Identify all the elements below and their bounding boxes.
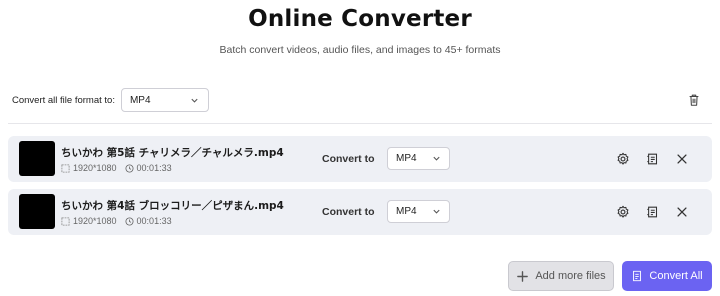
convert-all-button[interactable]: Convert All <box>622 261 712 291</box>
file-row: ちいかわ 第5話 チャリメラ／チャルメラ.mp4 1920*1080 00:01… <box>8 136 712 182</box>
global-format-value: MP4 <box>129 94 151 106</box>
video-thumbnail <box>19 141 55 176</box>
settings-gear-icon[interactable] <box>614 203 632 221</box>
convert-to-label: Convert to <box>322 206 375 218</box>
add-more-files-label: Add more files <box>535 270 606 282</box>
page-title: Online Converter <box>248 6 472 32</box>
convert-icon <box>633 270 642 282</box>
file-format-select[interactable]: MP4 <box>387 147 450 170</box>
file-format-select[interactable]: MP4 <box>387 200 450 223</box>
close-icon[interactable] <box>673 203 691 221</box>
global-format-row: Convert all file format to: MP4 <box>12 88 209 112</box>
file-name: ちいかわ 第5話 チャリメラ／チャルメラ.mp4 <box>61 147 284 159</box>
chevron-down-icon <box>431 207 441 217</box>
file-duration: 00:01:33 <box>136 216 172 226</box>
convert-all-label: Convert All <box>649 270 703 282</box>
file-meta: 1920*1080 00:01:33 <box>61 163 180 173</box>
close-icon[interactable] <box>673 150 691 168</box>
edit-icon[interactable] <box>644 203 662 221</box>
file-name: ちいかわ 第4話 ブロッコリー／ピザまん.mp4 <box>61 200 284 212</box>
edit-icon[interactable] <box>644 150 662 168</box>
resolution-icon <box>61 216 70 226</box>
file-format-value: MP4 <box>396 206 417 217</box>
chevron-down-icon <box>431 154 441 164</box>
file-meta: 1920*1080 00:01:33 <box>61 216 180 226</box>
clock-icon <box>125 163 134 173</box>
settings-gear-icon[interactable] <box>614 150 632 168</box>
file-row: ちいかわ 第4話 ブロッコリー／ピザまん.mp4 1920*1080 00:01… <box>8 189 712 235</box>
plus-icon <box>517 270 529 282</box>
chevron-down-icon <box>190 95 200 105</box>
video-thumbnail <box>19 194 55 229</box>
divider <box>8 123 712 124</box>
clock-icon <box>125 216 134 226</box>
global-format-select[interactable]: MP4 <box>120 88 209 112</box>
add-more-files-button[interactable]: Add more files <box>508 261 614 291</box>
trash-icon[interactable] <box>685 91 703 109</box>
resolution-icon <box>61 163 70 173</box>
file-format-value: MP4 <box>396 153 417 164</box>
page-subtitle: Batch convert videos, audio files, and i… <box>219 44 501 56</box>
file-duration: 00:01:33 <box>136 163 172 173</box>
convert-to-label: Convert to <box>322 153 375 165</box>
global-format-label: Convert all file format to: <box>12 94 115 106</box>
file-resolution: 1920*1080 <box>73 163 117 173</box>
file-resolution: 1920*1080 <box>73 216 117 226</box>
